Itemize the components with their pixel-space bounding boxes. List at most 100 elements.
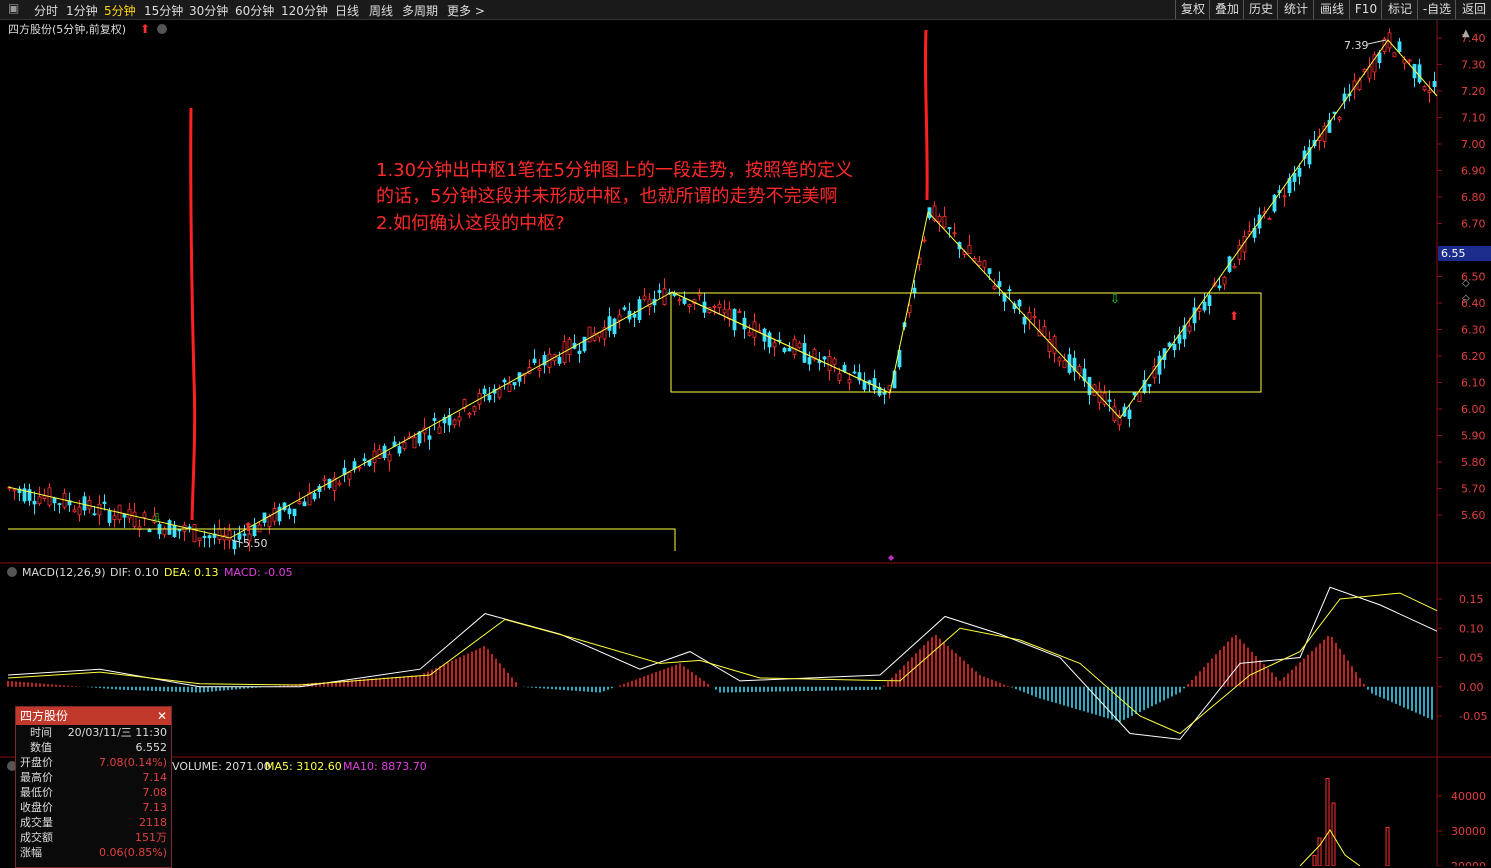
bi-stroke-line [7, 39, 1438, 539]
candle-body [882, 392, 887, 395]
diamond-icon[interactable]: ◇ [1462, 293, 1470, 304]
candle-body [1282, 195, 1287, 198]
candle-body [1062, 360, 1067, 369]
candle-body [782, 347, 787, 353]
candle-body [567, 339, 572, 355]
candle-body [362, 458, 367, 461]
candle-body [937, 215, 942, 223]
candle-body [347, 472, 352, 480]
info-key: 最低价 [20, 786, 53, 799]
info-panel-title: 四方股份 [20, 709, 69, 723]
candle-body [1197, 308, 1202, 312]
period-1min[interactable]: 1分钟 [66, 2, 98, 19]
candle-body [607, 316, 612, 331]
diamond-icon[interactable]: ◇ [1462, 278, 1470, 289]
candle-body [172, 524, 177, 538]
segment-line [671, 291, 891, 394]
candle-body [167, 520, 172, 535]
macd-label: MACD(12,26,9) [22, 566, 106, 579]
mark-button[interactable]: 标记 [1381, 0, 1418, 19]
scroll-up-icon[interactable]: ▲ [1462, 28, 1470, 39]
volume-axis: 40000 30000 20000 [1437, 790, 1486, 866]
support-line [8, 528, 676, 551]
candle-body [287, 508, 292, 515]
candle-body [467, 413, 472, 416]
price-tick: 6.20 [1461, 350, 1486, 363]
price-tick: 7.20 [1461, 85, 1486, 98]
candle-body [237, 533, 242, 540]
candle-body [132, 511, 137, 527]
candle-body [497, 388, 502, 398]
candle-body [207, 535, 212, 539]
macd-tick: 0.05 [1459, 652, 1484, 665]
info-row: 成交量 2118 [16, 815, 171, 830]
candle-body [257, 524, 262, 533]
info-key: 涨幅 [20, 846, 42, 859]
candlesticks [7, 28, 1437, 555]
macd-axis: 0.15 0.10 0.05 0.00 -0.05 [1437, 593, 1487, 723]
info-row: 成交额 151万 [16, 830, 171, 845]
macd-histogram [7, 635, 1433, 722]
chevron-down-icon[interactable] [7, 567, 17, 577]
chevron-down-icon[interactable] [157, 24, 167, 34]
candle-body [312, 493, 317, 500]
candle-body [1052, 336, 1057, 354]
candle-body [122, 513, 127, 518]
candle-body [722, 308, 727, 314]
volume-bar [1325, 778, 1330, 866]
period-more[interactable]: 更多 > [447, 2, 485, 19]
period-daily[interactable]: 日线 [335, 2, 359, 19]
watchlist-button[interactable]: -自选 [1417, 0, 1456, 19]
candle-body [767, 332, 772, 348]
candle-body [912, 287, 917, 294]
candle-body [52, 497, 57, 504]
candle-body [1022, 316, 1027, 325]
close-icon[interactable]: ✕ [157, 707, 167, 725]
period-30min[interactable]: 30分钟 [189, 2, 228, 19]
window-icon[interactable]: ▣ [8, 1, 19, 15]
overlay-button[interactable]: 叠加 [1209, 0, 1244, 19]
info-row: 时间 20/03/11/三 11:30 [16, 725, 171, 740]
back-button[interactable]: 返回 [1455, 0, 1491, 19]
info-key: 最高价 [20, 771, 53, 784]
annotation-line-1: 1.30分钟出中枢1笔在5分钟图上的一段走势，按照笔的定义 [376, 160, 853, 181]
candle-body [252, 524, 257, 537]
stock-chart[interactable]: 四方股份(5分钟,前复权) ⬆ 7.407.307.207.107.006.90… [0, 20, 1491, 866]
candle-body [177, 529, 182, 532]
fuquan-button[interactable]: 复权 [1175, 0, 1210, 19]
buy-signal-icon: ⇩ [1110, 292, 1120, 306]
candle-body [1027, 312, 1032, 321]
period-15min[interactable]: 15分钟 [144, 2, 183, 19]
candle-body [1272, 194, 1277, 212]
price-tick: 5.90 [1461, 430, 1486, 443]
candle-body [747, 332, 752, 336]
candle-body [412, 437, 417, 449]
stats-button[interactable]: 统计 [1277, 0, 1314, 19]
info-value: 7.08 [142, 786, 168, 799]
candle-body [792, 338, 797, 355]
quote-info-panel[interactable]: 四方股份 ✕ 时间 20/03/11/三 11:30 数值 6.552 开盘价 7.08(… [15, 706, 172, 868]
period-weekly[interactable]: 周线 [369, 2, 393, 19]
period-5min[interactable]: 5分钟 [104, 2, 136, 19]
candle-body [32, 500, 37, 505]
info-value: 0.06(0.85%) [98, 846, 167, 859]
candle-body [92, 513, 97, 516]
period-120min[interactable]: 120分钟 [281, 2, 328, 19]
candle-body [1407, 59, 1412, 62]
info-panel-header[interactable]: 四方股份 ✕ [16, 707, 171, 725]
price-tick: 6.30 [1461, 324, 1486, 337]
period-60min[interactable]: 60分钟 [235, 2, 274, 19]
sell-signal-icon: ⬆ [243, 520, 253, 534]
candle-body [1422, 86, 1427, 91]
period-fenshi[interactable]: 分时 [34, 2, 58, 19]
history-button[interactable]: 历史 [1243, 0, 1278, 19]
candle-body [1417, 64, 1422, 83]
candle-body [1132, 392, 1137, 396]
f10-button[interactable]: F10 [1349, 0, 1382, 19]
candle-body [847, 379, 852, 384]
draw-button[interactable]: 画线 [1313, 0, 1350, 19]
arrow-up-icon: ⬆ [140, 22, 150, 36]
candle-body [267, 516, 272, 527]
price-tick: 6.10 [1461, 377, 1486, 390]
period-multi[interactable]: 多周期 [402, 2, 438, 19]
